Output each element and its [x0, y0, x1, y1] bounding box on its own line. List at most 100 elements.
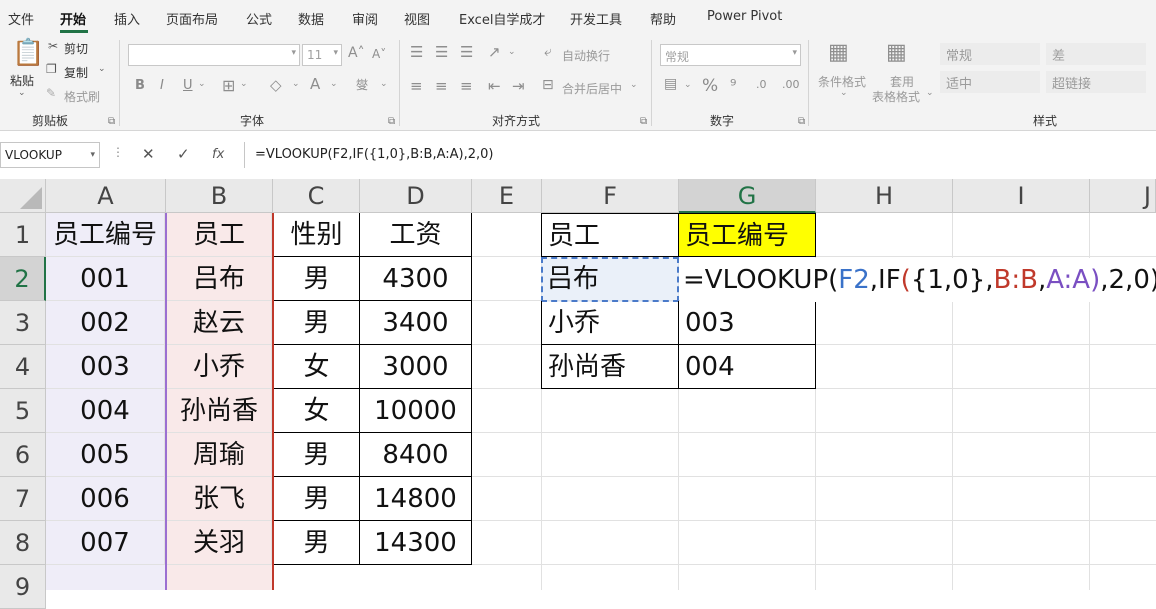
insert-function-icon[interactable]: fx: [212, 147, 224, 162]
cell-d6[interactable]: 8400: [360, 433, 472, 477]
cell-d5[interactable]: 10000: [360, 389, 472, 433]
style-normal[interactable]: 常规: [940, 43, 1040, 65]
align-top-icon[interactable]: ☰: [410, 43, 423, 61]
chevron-down-icon[interactable]: ⌄: [630, 80, 638, 90]
cell-d2[interactable]: 4300: [360, 257, 472, 301]
paste-dropdown-icon[interactable]: ⌄: [18, 88, 26, 98]
increase-indent-icon[interactable]: ⇥: [512, 77, 525, 95]
cell-a4[interactable]: 003: [46, 345, 165, 389]
cell-c8[interactable]: 男: [274, 521, 360, 565]
row-header-8[interactable]: 8: [0, 521, 46, 565]
cell-a1[interactable]: 员工编号: [46, 213, 165, 257]
phonetic-icon[interactable]: 燮: [356, 76, 368, 93]
col-header-j[interactable]: J: [1090, 179, 1156, 213]
increase-decimal-icon[interactable]: .0: [756, 78, 767, 91]
decrease-decimal-icon[interactable]: .00: [782, 78, 800, 91]
cell-d4[interactable]: 3000: [360, 345, 472, 389]
format-table-icon[interactable]: ▦: [886, 40, 907, 65]
tab-power-pivot[interactable]: Power Pivot: [707, 9, 782, 24]
orientation-icon[interactable]: ↗: [488, 43, 501, 61]
tab-page-layout[interactable]: 页面布局: [166, 9, 218, 28]
number-launcher-icon[interactable]: ⧉: [798, 116, 805, 127]
clipboard-launcher-icon[interactable]: ⧉: [108, 116, 115, 127]
cell-f1[interactable]: 员工: [541, 213, 679, 257]
row-header-5[interactable]: 5: [0, 389, 46, 433]
formula-input[interactable]: =VLOOKUP(F2,IF({1,0},B:B,A:A),2,0): [244, 142, 1156, 168]
border-icon[interactable]: ⊞: [222, 76, 235, 95]
tab-view[interactable]: 视图: [404, 9, 430, 28]
decrease-font-icon[interactable]: A˅: [372, 47, 386, 61]
bold-button[interactable]: B: [135, 78, 145, 93]
cancel-icon[interactable]: ✕: [142, 145, 155, 163]
row-header-1[interactable]: 1: [0, 213, 46, 257]
cell-d1[interactable]: 工资: [360, 213, 472, 257]
font-launcher-icon[interactable]: ⧉: [388, 116, 395, 127]
cell-g3[interactable]: 003: [679, 301, 816, 345]
cell-f3[interactable]: 小乔: [541, 301, 679, 345]
col-header-i[interactable]: I: [953, 179, 1090, 213]
cell-b6[interactable]: 周瑜: [167, 433, 272, 477]
underline-button[interactable]: U: [183, 78, 193, 93]
tab-insert[interactable]: 插入: [114, 9, 140, 28]
tab-home[interactable]: 开始: [60, 9, 86, 28]
alignment-launcher-icon[interactable]: ⧉: [640, 116, 647, 127]
decrease-indent-icon[interactable]: ⇤: [488, 77, 501, 95]
cell-c5[interactable]: 女: [274, 389, 360, 433]
cell-b1[interactable]: 员工: [167, 213, 272, 257]
tab-review[interactable]: 审阅: [352, 9, 378, 28]
cell-c3[interactable]: 男: [274, 301, 360, 345]
conditional-format-icon[interactable]: ▦: [828, 40, 849, 65]
row-header-4[interactable]: 4: [0, 345, 46, 389]
format-painter-button[interactable]: 格式刷: [64, 88, 100, 105]
chevron-down-icon[interactable]: ▾: [90, 150, 95, 160]
cell-g1[interactable]: 员工编号: [679, 213, 816, 257]
cell-a7[interactable]: 006: [46, 477, 165, 521]
copy-dropdown-icon[interactable]: ⌄: [98, 64, 106, 74]
cell-g2-editor[interactable]: =VLOOKUP(F2,IF({1,0},B:B,A:A),2,0): [680, 258, 1156, 302]
col-header-c[interactable]: C: [273, 179, 360, 213]
cell-c6[interactable]: 男: [274, 433, 360, 477]
chevron-down-icon[interactable]: ⌄: [292, 79, 300, 89]
row-header-3[interactable]: 3: [0, 301, 46, 345]
row-header-7[interactable]: 7: [0, 477, 46, 521]
cell-c2[interactable]: 男: [274, 257, 360, 301]
cell-g4[interactable]: 004: [679, 345, 816, 389]
chevron-down-icon[interactable]: ⌄: [330, 79, 338, 89]
cell-b3[interactable]: 赵云: [167, 301, 272, 345]
tab-data[interactable]: 数据: [298, 9, 324, 28]
enter-icon[interactable]: ✓: [177, 145, 190, 163]
cell-a2[interactable]: 001: [46, 257, 165, 301]
chevron-down-icon[interactable]: ⌄: [926, 88, 934, 98]
tab-file[interactable]: 文件: [8, 9, 34, 28]
style-bad[interactable]: 差: [1046, 43, 1146, 65]
row-header-6[interactable]: 6: [0, 433, 46, 477]
tab-developer[interactable]: 开发工具: [570, 9, 622, 28]
cell-c7[interactable]: 男: [274, 477, 360, 521]
cell-b7[interactable]: 张飞: [167, 477, 272, 521]
cell-c1[interactable]: 性别: [274, 213, 360, 257]
col-header-g[interactable]: G: [679, 179, 816, 213]
select-all-button[interactable]: [0, 179, 46, 213]
paste-icon[interactable]: 📋: [12, 38, 44, 68]
tab-excel-self-study[interactable]: Excel自学成才: [459, 9, 545, 28]
percent-button[interactable]: %: [702, 76, 718, 96]
align-middle-icon[interactable]: ☰: [435, 43, 448, 61]
comma-style-icon[interactable]: ⁹: [730, 76, 736, 95]
col-header-h[interactable]: H: [816, 179, 953, 213]
number-format-select[interactable]: 常规 ▾: [660, 44, 801, 66]
align-bottom-icon[interactable]: ☰: [460, 43, 473, 61]
col-header-f[interactable]: F: [542, 179, 679, 213]
chevron-down-icon[interactable]: ⌄: [240, 79, 248, 89]
chevron-down-icon[interactable]: ⌄: [840, 88, 848, 98]
cell-b5[interactable]: 孙尚香: [167, 389, 272, 433]
fill-color-icon[interactable]: ◇: [270, 76, 282, 94]
increase-font-icon[interactable]: A˄: [348, 45, 365, 61]
chevron-down-icon[interactable]: ⌄: [684, 80, 692, 90]
paste-button[interactable]: 粘贴: [10, 72, 34, 89]
font-color-icon[interactable]: A: [310, 75, 320, 93]
cell-a6[interactable]: 005: [46, 433, 165, 477]
col-header-d[interactable]: D: [360, 179, 472, 213]
row-header-2[interactable]: 2: [0, 257, 46, 301]
tab-help[interactable]: 帮助: [650, 9, 676, 28]
tab-formulas[interactable]: 公式: [246, 9, 272, 28]
